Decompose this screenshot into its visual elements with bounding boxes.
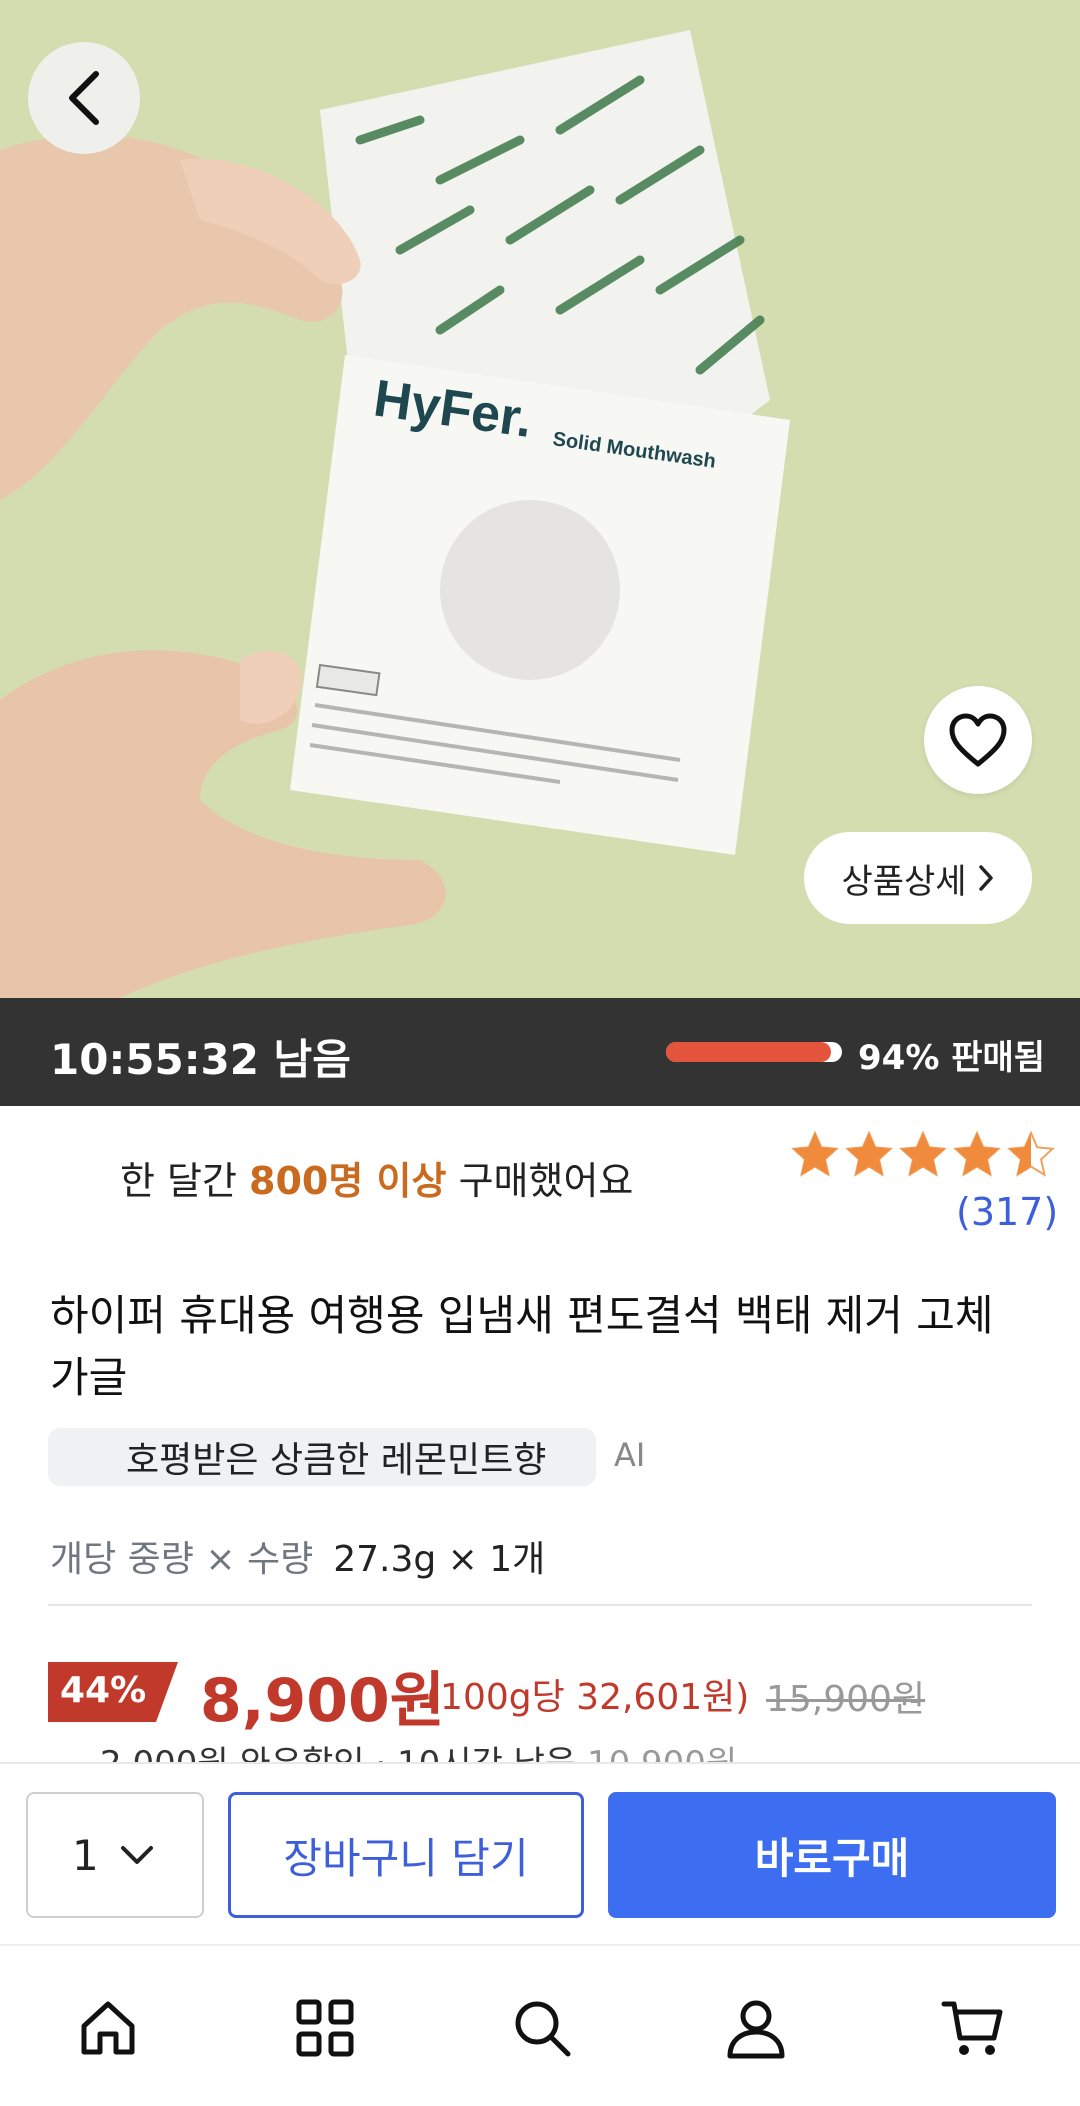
back-button[interactable] [28,42,140,154]
ai-summary-tag: 호평받은 상큼한 레몬민트향 [48,1428,596,1486]
add-to-cart-button[interactable]: 장바구니 담기 [228,1792,584,1918]
star-half-icon [1007,1130,1055,1177]
product-detail-label: 상품상세 [841,861,967,902]
sale-price: 8,900원 [200,1666,445,1736]
discount-percent: 44% [60,1670,147,1711]
sold-progress-fill [666,1042,832,1062]
favorite-button[interactable] [924,686,1032,794]
bottom-navigation [0,1944,1080,2106]
buyers-prefix: 한 달간 [120,1159,250,1203]
coupon-text: 2,000원 와우할인 · 10시간 남음 [100,1744,587,1764]
spec-label: 개당 중량 × 수량 [50,1539,314,1580]
nav-my-account[interactable] [716,1988,796,2068]
buy-now-button[interactable]: 바로구매 [608,1792,1056,1918]
add-to-cart-label: 장바구니 담기 [283,1833,529,1883]
ai-label: AI [614,1436,646,1474]
star-full-icon [791,1130,839,1177]
search-icon [515,2001,571,2057]
heart-outline-icon [949,713,1007,767]
grid-icon [296,1999,354,2057]
product-spec: 개당 중량 × 수량 27.3g × 1개 [50,1530,545,1582]
divider [48,1604,1032,1606]
rating-stars[interactable] [790,1130,1056,1180]
unit-price: (100g당 32,601원) [426,1677,750,1718]
price-row: 44% 8,900원 (100g당 32,601원) 15,900원 [48,1656,1048,1736]
monthly-buyers-text: 한 달간 800명 이상 구매했어요 [120,1150,633,1205]
buyers-suffix: 구매했어요 [446,1159,634,1203]
chevron-right-icon [978,865,993,891]
review-count[interactable]: (317) [956,1190,1058,1234]
quantity-value: 1 [72,1830,99,1880]
nav-categories[interactable] [285,1988,365,2068]
nav-search[interactable] [502,1988,582,2068]
product-title: 하이퍼 휴대용 여행용 입냄새 편도결석 백태 제거 고체 가글 [50,1291,994,1402]
chevron-left-icon [69,71,99,125]
sold-percentage: 94% 판매됨 [858,1038,1046,1078]
buy-now-label: 바로구매 [754,1833,910,1883]
star-full-icon [899,1130,947,1177]
coupon-discount-row[interactable]: 2,000원 와우할인 · 10시간 남음 10,900원 [100,1736,737,1764]
original-price: 15,900원 [766,1679,926,1720]
user-icon [727,2000,785,2059]
star-full-icon [845,1130,893,1177]
spec-value: 27.3g × 1개 [333,1539,546,1580]
product-image-area: HyFer. Solid Mouthwash 상품상세 [0,0,1080,998]
purchase-action-bar: 1 장바구니 담기 바로구매 [0,1762,1080,1944]
deal-timer-bar: 10:55:32 남음 94% 판매됨 [0,998,1080,1106]
nav-home[interactable] [68,1988,148,2068]
star-full-icon [953,1130,1001,1177]
product-detail-button[interactable]: 상품상세 [804,832,1032,924]
home-icon [81,2001,135,2055]
coupon-original-price: 10,900원 [586,1744,738,1764]
time-remaining: 10:55:32 남음 [50,1035,351,1084]
sold-progress-bar [666,1042,842,1062]
ai-summary-text: 호평받은 상큼한 레몬민트향 [126,1440,547,1481]
chevron-down-icon [120,1846,153,1864]
buyers-highlight: 800명 이상 [249,1159,447,1203]
cart-icon [941,2001,1003,2055]
nav-cart[interactable] [932,1988,1012,2068]
quantity-select[interactable]: 1 [26,1792,204,1918]
